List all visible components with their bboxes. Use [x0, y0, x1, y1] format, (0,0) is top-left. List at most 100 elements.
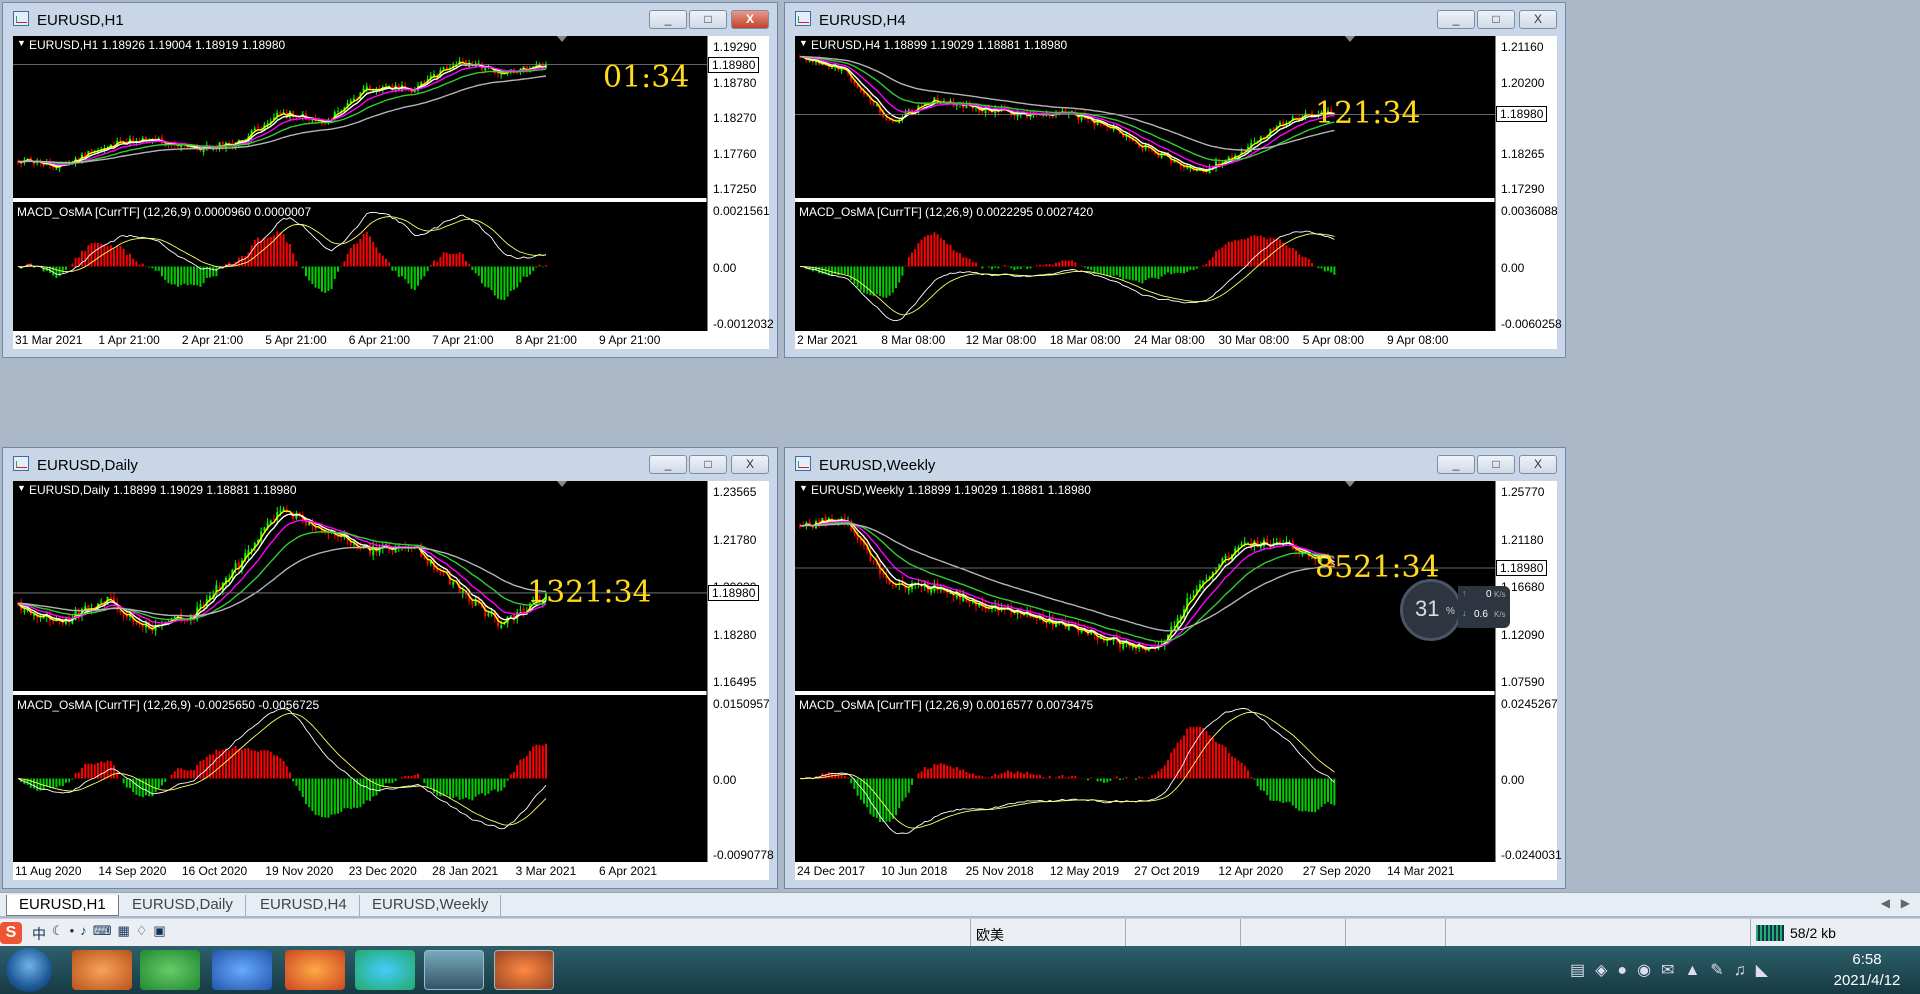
macd-histogram-bar — [1087, 266, 1089, 270]
ime-toolbar-icons[interactable]: ☾•♪⌨▦♢▣ — [52, 923, 172, 939]
tab-eurusd-weekly[interactable]: EURUSD,Weekly — [360, 895, 502, 916]
macd-axis-label: 0.00 — [713, 260, 737, 275]
chart-area[interactable]: ▼ EURUSD,Daily 1.18899 1.19029 1.18881 1.… — [13, 481, 774, 880]
close-button[interactable]: X — [731, 455, 769, 474]
macd-histogram-bar — [1221, 247, 1224, 267]
bar-countdown-timer: 01:34 — [603, 60, 690, 95]
firefox-icon[interactable] — [285, 950, 345, 990]
macd-histogram-bar — [295, 260, 298, 267]
macd-histogram-bar — [1103, 778, 1105, 783]
maximize-button[interactable]: □ — [1477, 10, 1515, 29]
macd-histogram-bar — [1048, 264, 1051, 267]
taskbar-app-7-icon[interactable] — [494, 950, 554, 990]
macd-histogram-bar — [359, 778, 362, 808]
close-button[interactable]: X — [731, 10, 769, 29]
tab-eurusd-daily[interactable]: EURUSD,Daily — [120, 895, 246, 916]
chart-window-d1[interactable]: EURUSD,Daily _ □ X ▼ EURUSD,Daily 1.18899… — [2, 447, 778, 889]
taskbar-app-1-icon[interactable] — [72, 950, 132, 990]
macd-axis-label: -0.0060258 — [1501, 317, 1562, 331]
taskbar-app-3-icon[interactable] — [212, 950, 272, 990]
macd-histogram-bar — [1231, 241, 1233, 267]
minimize-button[interactable]: _ — [649, 455, 687, 474]
macd-histogram-bar — [196, 266, 199, 286]
minimize-button[interactable]: _ — [649, 10, 687, 29]
macd-histogram-bar — [1202, 728, 1205, 779]
macd-histogram-bar — [1170, 752, 1173, 779]
chart-menu-arrow-icon[interactable]: ▼ — [799, 38, 808, 48]
chart-area[interactable]: ▼ EURUSD,H1 1.18926 1.19004 1.18919 1.189… — [13, 36, 774, 349]
macd-histogram-bar — [394, 778, 397, 782]
chart-window-w1[interactable]: EURUSD,Weekly _ □ X ▼ EURUSD,Weekly 1.188… — [784, 447, 1566, 889]
macd-histogram-bar — [1301, 778, 1304, 812]
macd-histogram-bar — [984, 777, 987, 779]
chart-canvas[interactable] — [795, 481, 1557, 880]
minimize-button[interactable]: _ — [1437, 455, 1475, 474]
macd-histogram-bar — [1023, 266, 1025, 268]
macd-histogram-bar — [266, 750, 269, 779]
macd-histogram-bar — [1115, 266, 1118, 276]
chart-window-h4[interactable]: EURUSD,H4 _ □ X ▼ EURUSD,H4 1.18899 1.190… — [784, 2, 1566, 358]
chart-area[interactable]: ▼ EURUSD,H4 1.18899 1.19029 1.18881 1.189… — [795, 36, 1562, 349]
macd-histogram-bar — [1189, 266, 1192, 270]
macd-histogram-bar — [308, 266, 311, 281]
chart-menu-arrow-icon[interactable]: ▼ — [17, 483, 26, 493]
chart-area[interactable]: ▼ EURUSD,Weekly 1.18899 1.19029 1.18881 1… — [795, 481, 1562, 880]
macd-histogram-bar — [965, 771, 968, 779]
clock-time[interactable]: 6:58 — [1822, 951, 1912, 968]
chart-canvas[interactable] — [795, 36, 1557, 349]
window-titlebar[interactable]: EURUSD,Daily _ □ X — [3, 448, 777, 482]
window-titlebar[interactable]: EURUSD,H1 _ □ X — [3, 3, 777, 37]
macd-histogram-bar — [917, 242, 920, 267]
minimize-button[interactable]: _ — [1437, 10, 1475, 29]
macd-histogram-bar — [180, 768, 183, 779]
macd-histogram-bar — [962, 257, 965, 267]
macd-histogram-bar — [212, 266, 215, 277]
macd-histogram-bar — [314, 778, 317, 815]
price-axis-label: 1.25770 — [1501, 485, 1545, 499]
macd-histogram-bar — [946, 244, 949, 267]
tab-scroll-right-icon[interactable]: ▶ — [1901, 896, 1910, 910]
close-button[interactable]: X — [1519, 455, 1557, 474]
macd-histogram-bar — [1051, 264, 1054, 267]
macd-histogram-bar — [500, 266, 503, 300]
start-button[interactable] — [6, 948, 52, 992]
macd-histogram-bar — [1071, 260, 1073, 267]
candle — [391, 550, 394, 552]
macd-histogram-bar — [81, 251, 83, 267]
macd-histogram-bar — [503, 266, 506, 301]
macd-histogram-bar — [952, 249, 955, 267]
macd-histogram-bar — [997, 775, 1000, 779]
media-player-icon[interactable] — [355, 950, 415, 990]
ime-lang-indicator[interactable]: 中 — [32, 924, 46, 944]
tab-eurusd-h4[interactable]: EURUSD,H4 — [248, 895, 360, 916]
maximize-button[interactable]: □ — [1477, 455, 1515, 474]
clock-date[interactable]: 2021/4/12 — [1822, 972, 1912, 989]
chart-menu-arrow-icon[interactable]: ▼ — [799, 483, 808, 493]
macd-histogram-bar — [1285, 245, 1288, 267]
trading-terminal-icon[interactable] — [424, 950, 484, 990]
system-tray-icons[interactable]: ▤◈●◉✉▲✎♫◣ — [1570, 960, 1778, 980]
macd-histogram-bar — [500, 778, 503, 791]
chart-window-h1[interactable]: EURUSD,H1 _ □ X ▼ EURUSD,H1 1.18926 1.190… — [2, 2, 778, 358]
maximize-button[interactable]: □ — [689, 455, 727, 474]
macd-histogram-bar — [519, 266, 522, 283]
tab-eurusd-h1[interactable]: EURUSD,H1 — [6, 895, 119, 916]
macd-histogram-bar — [853, 266, 856, 285]
download-arrow-icon: ↓ — [1462, 608, 1467, 618]
chart-menu-arrow-icon[interactable]: ▼ — [17, 38, 26, 48]
window-titlebar[interactable]: EURUSD,H4 _ □ X — [785, 3, 1565, 37]
tab-scroll-left-icon[interactable]: ◀ — [1881, 896, 1890, 910]
wechat-icon[interactable] — [140, 950, 200, 990]
window-titlebar[interactable]: EURUSD,Weekly _ □ X — [785, 448, 1565, 482]
chart-canvas[interactable] — [13, 481, 769, 880]
macd-histogram-bar — [289, 772, 291, 779]
net-widget-gauge[interactable]: 31 % — [1400, 579, 1462, 641]
net-widget-percent: 31 — [1415, 596, 1440, 621]
macd-histogram-bar — [209, 266, 211, 278]
close-button[interactable]: X — [1519, 10, 1557, 29]
candle — [821, 64, 824, 66]
macd-histogram-bar — [74, 773, 77, 779]
maximize-button[interactable]: □ — [689, 10, 727, 29]
sogou-ime-icon[interactable]: S — [0, 922, 22, 944]
macd-histogram-bar — [106, 245, 109, 267]
